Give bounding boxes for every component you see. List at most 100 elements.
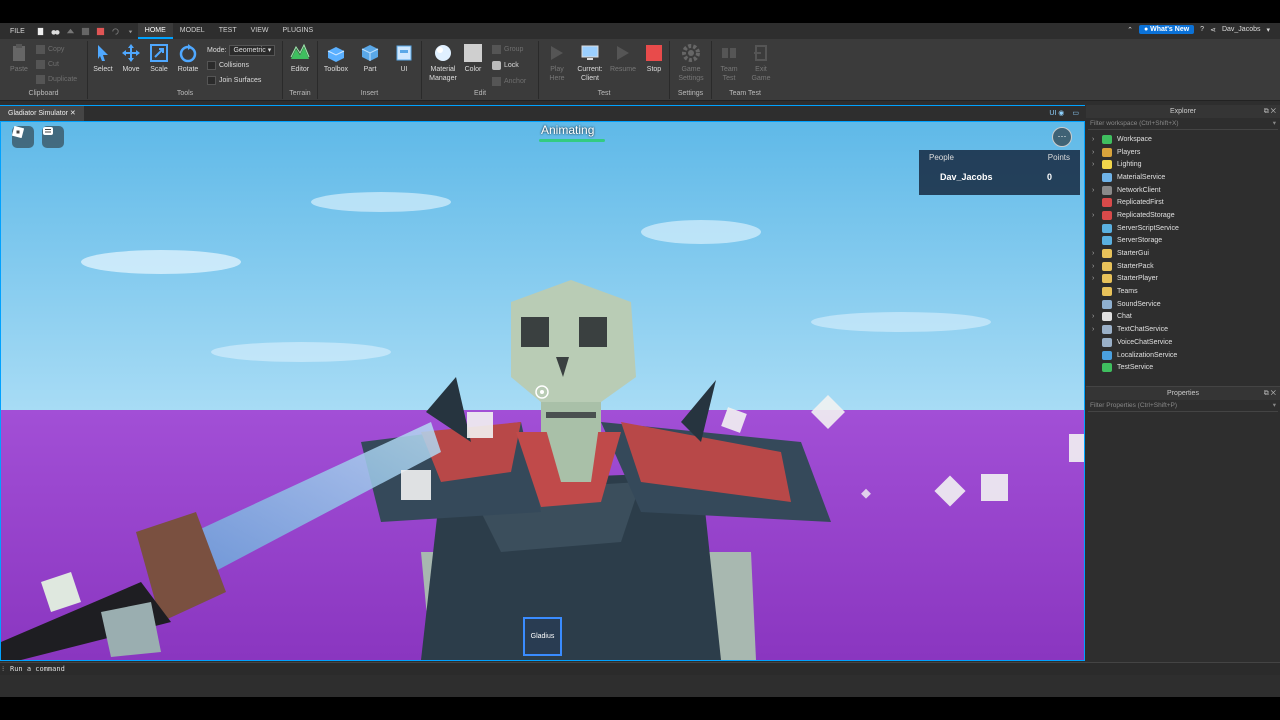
paste-button[interactable]: Paste (4, 43, 34, 74)
explorer-filter-input[interactable]: Filter workspace (Ctrl+Shift+X) ▾ (1088, 118, 1278, 130)
play-here-button[interactable]: Play Here (542, 43, 572, 83)
explorer-item-materialservice[interactable]: MaterialService (1086, 171, 1280, 184)
command-bar[interactable]: ⁝ Run a command (0, 662, 1280, 675)
whats-new-button[interactable]: ● What's New (1138, 25, 1195, 34)
publish-icon[interactable] (66, 27, 75, 36)
hotbar-slot[interactable]: Gladius (523, 617, 562, 656)
duplicate-button[interactable]: Duplicate (36, 75, 77, 84)
replicatedfirst-icon (1102, 198, 1112, 208)
explorer-item-players[interactable]: › Players (1086, 146, 1280, 159)
explorer-item-networkclient[interactable]: › NetworkClient (1086, 184, 1280, 197)
explorer-item-serverscriptservice[interactable]: ServerScriptService (1086, 222, 1280, 235)
explorer-item-workspace[interactable]: › Workspace (1086, 133, 1280, 146)
stop-small-icon[interactable] (96, 27, 105, 36)
explorer-item-voicechatservice[interactable]: VoiceChatService (1086, 336, 1280, 349)
panel-controls[interactable]: ⧉ ✕ (1264, 387, 1276, 400)
file-menu[interactable]: FILE (0, 28, 33, 35)
explorer-item-textchatservice[interactable]: › TextChatService (1086, 323, 1280, 336)
collisions-checkbox[interactable] (207, 61, 216, 70)
share-icon[interactable]: ⋖ (1210, 26, 1216, 34)
customize-icon[interactable] (126, 27, 135, 36)
select-button[interactable]: Select (88, 43, 118, 74)
tab-home[interactable]: HOME (137, 23, 173, 39)
terrain-editor-button[interactable]: Editor (285, 43, 315, 74)
ui-button[interactable]: UI (389, 43, 419, 74)
chevron-up-icon[interactable]: ⌃ (1127, 26, 1133, 34)
save-icon[interactable] (81, 27, 90, 36)
chevron-right-icon[interactable]: › (1092, 136, 1102, 143)
chevron-right-icon[interactable]: › (1092, 313, 1102, 320)
chevron-right-icon[interactable]: › (1092, 263, 1102, 270)
game-settings-button[interactable]: Game Settings (676, 43, 706, 83)
stop-button[interactable]: Stop (639, 43, 669, 74)
help-icon[interactable]: ? (1200, 26, 1204, 33)
game-viewport[interactable]: Animating ⋯ People Points Dav_Jacobs 0 G… (0, 121, 1085, 661)
resume-button[interactable]: Resume (608, 43, 638, 74)
cut-button[interactable]: Cut (36, 60, 59, 69)
close-icon[interactable]: ✕ (70, 110, 76, 117)
chevron-down-icon[interactable]: ▾ (1266, 26, 1270, 34)
explorer-item-startergui[interactable]: › StarterGui (1086, 247, 1280, 260)
open-icon[interactable] (51, 27, 60, 36)
join-surfaces-checkbox[interactable] (207, 76, 216, 85)
explorer-item-serverstorage[interactable]: ServerStorage (1086, 235, 1280, 248)
explorer-item-starterplayer[interactable]: › StarterPlayer (1086, 273, 1280, 286)
tab-view[interactable]: VIEW (244, 23, 276, 39)
color-button[interactable]: Color (458, 43, 488, 74)
maximize-icon[interactable]: ▭ (1072, 109, 1079, 117)
rotate-button[interactable]: Rotate (173, 43, 203, 74)
game-settings-label-2: Settings (678, 75, 704, 82)
chevron-right-icon[interactable]: › (1092, 212, 1102, 219)
mode-selector[interactable]: Mode: Geometric ▾ (207, 45, 276, 56)
anchor-button[interactable]: Anchor (492, 77, 526, 86)
explorer-item-localizationservice[interactable]: LocalizationService (1086, 349, 1280, 362)
chevron-right-icon[interactable]: › (1092, 187, 1102, 194)
explorer-item-soundservice[interactable]: SoundService (1086, 298, 1280, 311)
explorer-item-lighting[interactable]: › Lighting (1086, 158, 1280, 171)
explorer-item-chat[interactable]: › Chat (1086, 311, 1280, 324)
part-button[interactable]: Part (355, 43, 385, 74)
particle (401, 470, 431, 500)
group-button[interactable]: Group (492, 45, 523, 54)
ui-visibility-toggle[interactable]: UI ◉ (1049, 109, 1064, 117)
explorer-item-label: TextChatService (1117, 326, 1168, 334)
command-input[interactable]: Run a command (10, 665, 65, 673)
chevron-right-icon[interactable]: › (1092, 250, 1102, 257)
join-surfaces-toggle[interactable]: Join Surfaces (207, 76, 261, 85)
username[interactable]: Dav_Jacobs (1222, 26, 1261, 33)
explorer-item-testservice[interactable]: TestService (1086, 361, 1280, 374)
tab-model[interactable]: MODEL (173, 23, 212, 39)
tab-plugins[interactable]: PLUGINS (275, 23, 320, 39)
chat-icon[interactable] (42, 126, 64, 148)
explorer-item-starterpack[interactable]: › StarterPack (1086, 260, 1280, 273)
undo-icon[interactable] (111, 27, 120, 36)
current-client-button[interactable]: Current: Client (573, 43, 607, 83)
chevron-right-icon[interactable]: › (1092, 275, 1102, 282)
scale-button[interactable]: Scale (144, 43, 174, 74)
leaderboard-row[interactable]: Dav_Jacobs 0 (919, 164, 1080, 182)
team-test-button[interactable]: Team Test (714, 43, 744, 83)
chevron-right-icon[interactable]: › (1092, 326, 1102, 333)
copy-button[interactable]: Copy (36, 45, 64, 54)
explorer-item-replicatedstorage[interactable]: › ReplicatedStorage (1086, 209, 1280, 222)
tab-gladiator-simulator[interactable]: Gladiator Simulator ✕ (0, 106, 84, 122)
chevron-right-icon[interactable]: › (1092, 149, 1102, 156)
exit-game-button[interactable]: Exit Game (746, 43, 776, 83)
material-manager-button[interactable]: Material Manager (425, 43, 461, 83)
panel-controls[interactable]: ⧉ ✕ (1264, 105, 1276, 118)
chevron-down-icon[interactable]: ▾ (1273, 118, 1276, 130)
roblox-menu-icon[interactable] (12, 126, 34, 148)
explorer-item-replicatedfirst[interactable]: ReplicatedFirst (1086, 196, 1280, 209)
properties-filter-input[interactable]: Filter Properties (Ctrl+Shift+P) ▾ (1088, 400, 1278, 412)
mode-dropdown[interactable]: Geometric ▾ (229, 45, 276, 56)
chevron-down-icon[interactable]: ▾ (1273, 400, 1276, 412)
toolbox-button[interactable]: Toolbox (321, 43, 351, 74)
more-options-icon[interactable]: ⋯ (1052, 127, 1072, 147)
explorer-item-teams[interactable]: Teams (1086, 285, 1280, 298)
lock-button[interactable]: Lock (492, 61, 519, 70)
tab-test[interactable]: TEST (212, 23, 244, 39)
new-file-icon[interactable] (36, 27, 45, 36)
collisions-toggle[interactable]: Collisions (207, 61, 249, 70)
move-button[interactable]: Move (116, 43, 146, 74)
chevron-right-icon[interactable]: › (1092, 161, 1102, 168)
